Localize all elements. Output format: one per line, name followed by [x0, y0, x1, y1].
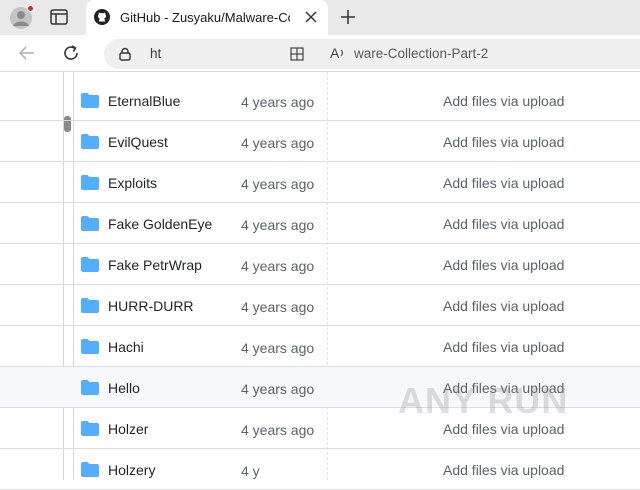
commit-message-link[interactable]: Add files via upload — [443, 175, 564, 191]
watermark-text: ANY RUN — [398, 380, 569, 421]
tab-title: GitHub - Zusyaku/Malware-Collec — [120, 10, 290, 25]
file-name-link[interactable]: Hachi — [108, 339, 144, 355]
folder-icon — [81, 380, 99, 395]
file-row[interactable]: EternalBlue 4 years ago Add files via uplo… — [0, 80, 640, 121]
notification-dot — [27, 5, 34, 12]
file-row[interactable]: EvilQuest 4 years ago Add files via upload — [0, 121, 640, 162]
file-name-link[interactable]: Exploits — [108, 175, 157, 191]
file-row[interactable]: Holzery 4 y Add files via upload — [0, 449, 640, 490]
commit-message-link[interactable]: Add files via upload — [443, 298, 564, 314]
commit-message-link[interactable]: Add files via upload — [443, 134, 564, 150]
repo-file-list: EternalBlue 4 years ago Add files via uplo… — [0, 72, 640, 490]
site-info-icon[interactable] — [118, 47, 132, 61]
file-last-updated: 4 y — [241, 463, 260, 479]
app-available-icon[interactable] — [290, 47, 304, 61]
file-row[interactable]: Hachi 4 years ago Add files via upload — [0, 326, 640, 367]
folder-icon — [81, 462, 99, 477]
folder-icon — [81, 175, 99, 190]
new-tab-plus-icon[interactable] — [340, 9, 356, 25]
file-last-updated: 4 years ago — [241, 422, 315, 438]
file-row[interactable]: Fake GoldenEye 4 years ago Add files via u… — [0, 203, 640, 244]
file-last-updated: 4 years ago — [241, 258, 315, 274]
file-name-link[interactable]: Hello — [108, 380, 140, 396]
commit-message-link[interactable]: Add files via upload — [443, 462, 564, 478]
folder-icon — [81, 339, 99, 354]
address-bar: ht A ware-Collection-Part-2 — [0, 35, 640, 72]
tab-bar: GitHub - Zusyaku/Malware-Collec — [0, 0, 640, 35]
file-last-updated: 4 years ago — [241, 176, 315, 192]
anyrun-watermark: ANY RUN — [398, 376, 598, 421]
folder-icon — [81, 421, 99, 436]
folder-icon — [81, 93, 99, 108]
read-aloud-icon[interactable]: A — [330, 45, 346, 61]
url-page-text: ware-Collection-Part-2 — [354, 46, 489, 61]
file-row[interactable]: Exploits 4 years ago Add files via upload — [0, 162, 640, 203]
folder-icon — [81, 134, 99, 149]
tab-actions-icon[interactable] — [50, 9, 68, 25]
commit-message-link[interactable]: Add files via upload — [443, 421, 564, 437]
commit-message-link[interactable]: Add files via upload — [443, 93, 564, 109]
url-text: ht — [150, 46, 162, 61]
folder-icon — [81, 216, 99, 231]
commit-message-link[interactable]: Add files via upload — [443, 216, 564, 232]
back-arrow-icon[interactable] — [18, 45, 36, 61]
file-name-link[interactable]: Fake GoldenEye — [108, 216, 212, 232]
file-name-link[interactable]: EternalBlue — [108, 93, 180, 109]
file-last-updated: 4 years ago — [241, 299, 315, 315]
file-row[interactable]: HURR-DURR 4 years ago Add files via upload — [0, 285, 640, 326]
commit-message-link[interactable]: Add files via upload — [443, 339, 564, 355]
github-icon — [94, 9, 110, 25]
file-last-updated: 4 years ago — [241, 135, 315, 151]
reload-icon[interactable] — [62, 44, 80, 62]
commit-message-link[interactable]: Add files via upload — [443, 257, 564, 273]
folder-icon — [81, 257, 99, 272]
file-row[interactable]: Fake PetrWrap 4 years ago Add files via up… — [0, 244, 640, 285]
file-last-updated: 4 years ago — [241, 340, 315, 356]
folder-icon — [81, 298, 99, 313]
file-name-link[interactable]: Fake PetrWrap — [108, 257, 202, 273]
svg-text:A: A — [330, 45, 340, 61]
file-name-link[interactable]: EvilQuest — [108, 134, 168, 150]
close-tab-icon[interactable] — [304, 10, 318, 24]
file-name-link[interactable]: Holzer — [108, 421, 148, 437]
file-last-updated: 4 years ago — [241, 94, 315, 110]
file-last-updated: 4 years ago — [241, 217, 315, 233]
url-bar[interactable]: ht A ware-Collection-Part-2 — [104, 39, 640, 69]
file-last-updated: 4 years ago — [241, 381, 315, 397]
active-tab[interactable]: GitHub - Zusyaku/Malware-Collec — [86, 0, 328, 35]
file-name-link[interactable]: Holzery — [108, 462, 155, 478]
file-name-link[interactable]: HURR-DURR — [108, 298, 194, 314]
